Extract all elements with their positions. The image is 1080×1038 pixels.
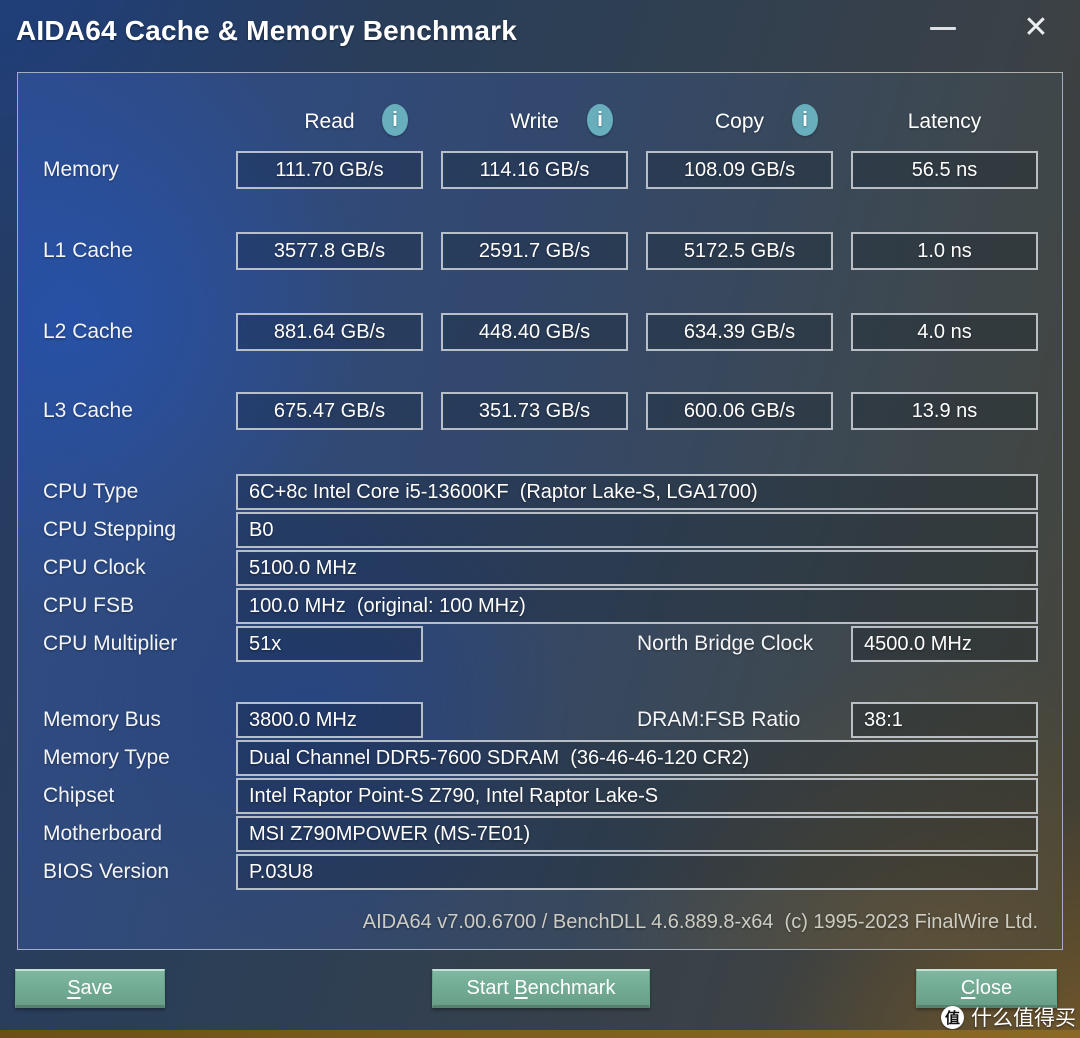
row-label: BIOS Version: [43, 860, 170, 883]
info-row-cpu-fsb: CPU FSB 100.0 MHz (original: 100 MHz): [18, 588, 1062, 624]
l3-write-value: 351.73 GB/s: [441, 392, 628, 430]
start-benchmark-button[interactable]: Start Benchmark: [432, 969, 650, 1008]
row-label: Motherboard: [43, 822, 163, 845]
row-label: L1 Cache: [43, 239, 133, 262]
row-label: Memory Type: [43, 746, 170, 769]
column-header-write: Write i: [441, 104, 628, 137]
smzdm-watermark: 值 什么值得买: [941, 1002, 1076, 1032]
cpu-type-value: 6C+8c Intel Core i5-13600KF (Raptor Lake…: [236, 474, 1038, 510]
l2-latency-value: 4.0 ns: [851, 313, 1038, 351]
column-header-copy: Copy i: [646, 104, 833, 137]
cpu-clock-value: 5100.0 MHz: [236, 550, 1038, 586]
dram-fsb-ratio-label: DRAM:FSB Ratio: [637, 708, 801, 731]
memory-copy-value: 108.09 GB/s: [646, 151, 833, 189]
row-label: Memory Bus: [43, 708, 161, 731]
info-icon[interactable]: i: [382, 104, 408, 136]
info-row-cpu-clock: CPU Clock 5100.0 MHz: [18, 550, 1062, 586]
row-label: CPU Clock: [43, 556, 146, 579]
app-window: AIDA64 Cache & Memory Benchmark ✕ Read i…: [0, 0, 1080, 1038]
close-icon: ✕: [1023, 11, 1049, 44]
l2-copy-value: 634.39 GB/s: [646, 313, 833, 351]
l3-latency-value: 13.9 ns: [851, 392, 1038, 430]
benchmark-row-l1: L1 Cache 3577.8 GB/s 2591.7 GB/s 5172.5 …: [18, 232, 1062, 270]
save-button[interactable]: Save: [15, 969, 165, 1008]
l1-read-value: 3577.8 GB/s: [236, 232, 423, 270]
info-row-memory-type: Memory Type Dual Channel DDR5-7600 SDRAM…: [18, 740, 1062, 776]
cpu-stepping-value: B0: [236, 512, 1038, 548]
column-header-label: Copy: [714, 110, 765, 133]
row-label: CPU FSB: [43, 594, 135, 617]
cpu-multiplier-value: 51x: [236, 626, 423, 662]
row-label: Memory: [43, 158, 119, 181]
info-row-cpu-type: CPU Type 6C+8c Intel Core i5-13600KF (Ra…: [18, 474, 1062, 510]
minimize-icon: [930, 26, 956, 30]
version-footer: AIDA64 v7.00.6700 / BenchDLL 4.6.889.8-x…: [362, 911, 1038, 933]
bottom-accent-strip: [0, 1030, 1080, 1038]
l1-latency-value: 1.0 ns: [851, 232, 1038, 270]
info-row-memory-bus: Memory Bus 3800.0 MHz DRAM:FSB Ratio 38:…: [18, 702, 1062, 738]
column-header-label: Write: [510, 110, 559, 133]
bios-version-value: P.03U8: [236, 854, 1038, 890]
row-label: Chipset: [43, 784, 115, 807]
title-bar: AIDA64 Cache & Memory Benchmark ✕: [0, 0, 1080, 62]
memory-read-value: 111.70 GB/s: [236, 151, 423, 189]
chipset-value: Intel Raptor Point-S Z790, Intel Raptor …: [236, 778, 1038, 814]
benchmark-row-l2: L2 Cache 881.64 GB/s 448.40 GB/s 634.39 …: [18, 313, 1062, 351]
window-title: AIDA64 Cache & Memory Benchmark: [16, 15, 518, 46]
benchmark-row-l3: L3 Cache 675.47 GB/s 351.73 GB/s 600.06 …: [18, 392, 1062, 430]
l2-write-value: 448.40 GB/s: [441, 313, 628, 351]
smzdm-watermark-text: 什么值得买: [971, 1007, 1076, 1030]
row-label: L3 Cache: [43, 399, 133, 422]
minimize-button[interactable]: [915, 0, 971, 56]
column-header-label: Read: [304, 110, 355, 133]
info-row-bios-version: BIOS Version P.03U8: [18, 854, 1062, 890]
column-header-label: Latency: [907, 110, 982, 133]
l2-read-value: 881.64 GB/s: [236, 313, 423, 351]
info-row-cpu-stepping: CPU Stepping B0: [18, 512, 1062, 548]
cpu-fsb-value: 100.0 MHz (original: 100 MHz): [236, 588, 1038, 624]
column-header-latency: Latency: [851, 106, 1038, 137]
l3-read-value: 675.47 GB/s: [236, 392, 423, 430]
l1-copy-value: 5172.5 GB/s: [646, 232, 833, 270]
row-label: CPU Stepping: [43, 518, 177, 541]
close-window-button[interactable]: ✕: [1008, 0, 1064, 56]
info-row-cpu-multiplier: CPU Multiplier 51x North Bridge Clock 45…: [18, 626, 1062, 662]
memory-latency-value: 56.5 ns: [851, 151, 1038, 189]
dram-fsb-ratio-value: 38:1: [851, 702, 1038, 738]
row-label: CPU Type: [43, 480, 139, 503]
row-label: L2 Cache: [43, 320, 133, 343]
l1-write-value: 2591.7 GB/s: [441, 232, 628, 270]
benchmark-row-memory: Memory 111.70 GB/s 114.16 GB/s 108.09 GB…: [18, 151, 1062, 189]
info-icon[interactable]: i: [792, 104, 818, 136]
info-icon[interactable]: i: [587, 104, 613, 136]
memory-bus-value: 3800.0 MHz: [236, 702, 423, 738]
memory-type-value: Dual Channel DDR5-7600 SDRAM (36-46-46-1…: [236, 740, 1038, 776]
info-row-motherboard: Motherboard MSI Z790MPOWER (MS-7E01): [18, 816, 1062, 852]
north-bridge-clock-value: 4500.0 MHz: [851, 626, 1038, 662]
info-row-chipset: Chipset Intel Raptor Point-S Z790, Intel…: [18, 778, 1062, 814]
north-bridge-clock-label: North Bridge Clock: [637, 632, 814, 655]
row-label: CPU Multiplier: [43, 632, 178, 655]
memory-write-value: 114.16 GB/s: [441, 151, 628, 189]
benchmark-panel: Read i Write i Copy i Latency Memory 111…: [17, 72, 1063, 950]
l3-copy-value: 600.06 GB/s: [646, 392, 833, 430]
motherboard-value: MSI Z790MPOWER (MS-7E01): [236, 816, 1038, 852]
column-header-read: Read i: [236, 104, 423, 137]
smzdm-logo-icon: 值: [941, 1005, 964, 1029]
